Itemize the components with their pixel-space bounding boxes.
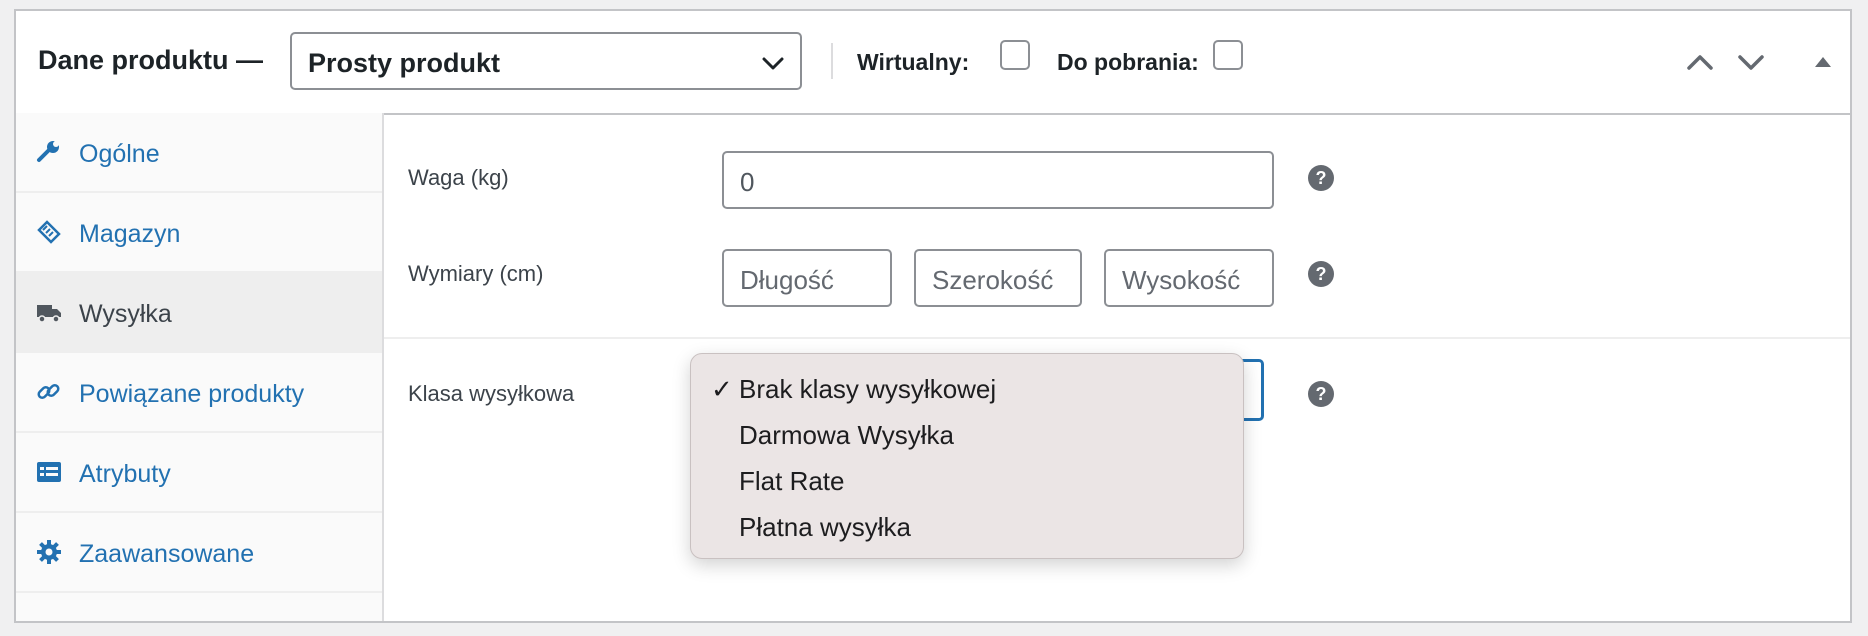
weight-label: Waga (kg) [408,165,509,190]
tab-label: Magazyn [79,220,181,248]
wrench-icon [37,141,59,162]
height-input[interactable]: Wysokość [1104,249,1274,307]
dropdown-option[interactable]: Flat Rate [739,466,845,497]
chevron-down-icon [762,57,784,70]
help-icon[interactable]: ? [1308,381,1334,407]
checkmark-icon: ✓ [711,374,733,404]
product-type-select[interactable]: Prosty produkt [290,32,802,90]
tab-label: Wysyłka [79,300,172,328]
tab-inventory[interactable]: Magazyn [16,193,382,273]
list-icon [37,462,61,482]
chevron-down-icon[interactable] [1735,46,1767,78]
gear-icon [37,540,61,564]
width-placeholder: Szerokość [932,265,1054,295]
product-type-value: Prosty produkt [308,48,501,78]
dropdown-option[interactable]: Płatna wysyłka [739,512,911,543]
chevron-up-icon[interactable] [1684,46,1716,78]
link-icon [37,383,60,400]
tab-linked-products[interactable]: Powiązane produkty [16,353,382,433]
help-icon[interactable]: ? [1308,165,1334,191]
product-data-tabs: Ogólne Magazyn Wysyłka Powiązane produkt… [16,113,384,621]
height-placeholder: Wysokość [1122,265,1241,295]
tab-label: Ogólne [79,140,160,168]
header-separator [831,43,833,79]
tab-label: Powiązane produkty [79,380,305,408]
section-divider [384,337,1850,339]
downloadable-label: Do pobrania: [1057,49,1199,75]
truck-icon [37,305,61,323]
weight-input[interactable]: 0 [722,151,1274,209]
shipping-class-dropdown: ✓ Brak klasy wysyłkowej Darmowa Wysyłka … [690,353,1244,559]
dropdown-option[interactable]: Darmowa Wysyłka [739,420,954,451]
help-icon[interactable]: ? [1308,261,1334,287]
dimensions-label: Wymiary (cm) [408,261,544,286]
downloadable-checkbox[interactable] [1213,40,1243,70]
tab-advanced[interactable]: Zaawansowane [16,513,382,593]
length-placeholder: Długość [740,265,834,295]
tab-shipping[interactable]: Wysyłka [16,273,382,353]
tab-attributes[interactable]: Atrybuty [16,433,382,513]
panel-header: Dane produktu — Prosty produkt Wirtualny… [16,11,1850,115]
panel-title: Dane produktu — [38,45,264,75]
tab-label: Zaawansowane [79,540,255,568]
virtual-label: Wirtualny: [857,49,970,75]
shipping-class-label: Klasa wysyłkowa [408,381,575,406]
triangle-up-icon[interactable] [1807,46,1839,78]
virtual-checkbox[interactable] [1000,40,1030,70]
width-input[interactable]: Szerokość [914,249,1082,307]
weight-value: 0 [740,167,755,197]
dropdown-option[interactable]: Brak klasy wysyłkowej [739,374,996,405]
tag-icon [37,220,61,244]
tab-label: Atrybuty [79,460,171,488]
tab-general[interactable]: Ogólne [16,113,382,193]
length-input[interactable]: Długość [722,249,892,307]
